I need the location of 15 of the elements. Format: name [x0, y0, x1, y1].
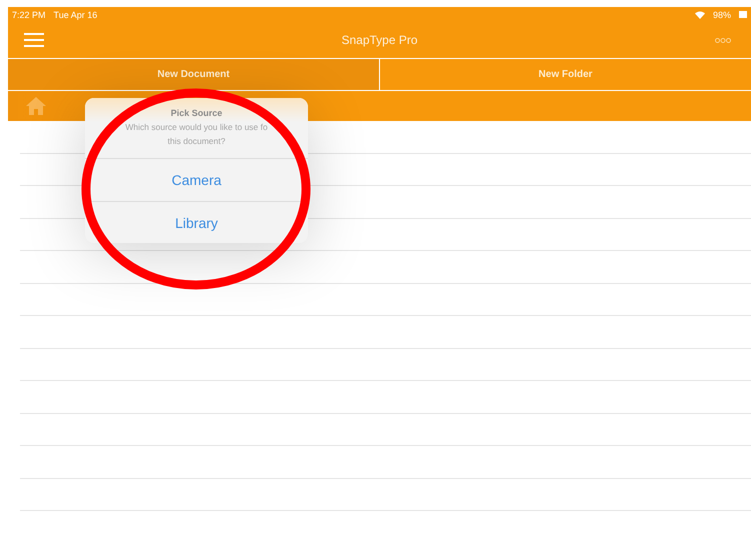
- popover-title: Pick Source: [170, 108, 222, 118]
- tab[interactable]: New Document: [8, 59, 379, 90]
- popover-message: this document?: [168, 136, 226, 146]
- popover-message: Which source would you like to use fo: [125, 122, 268, 132]
- more-icon[interactable]: [715, 38, 731, 42]
- popover-action[interactable]: Camera: [85, 159, 308, 201]
- battery-percent: 98%: [712, 10, 731, 20]
- wifi-icon: [694, 10, 705, 18]
- status-date: Tue Apr 16: [54, 10, 98, 20]
- menu-icon[interactable]: [24, 33, 44, 47]
- home-icon[interactable]: [26, 97, 46, 115]
- battery-icon: [739, 11, 747, 18]
- status-time: 7:22 PM: [12, 10, 46, 20]
- app-title: SnapType Pro: [340, 33, 419, 47]
- popover-action[interactable]: Library: [85, 201, 308, 243]
